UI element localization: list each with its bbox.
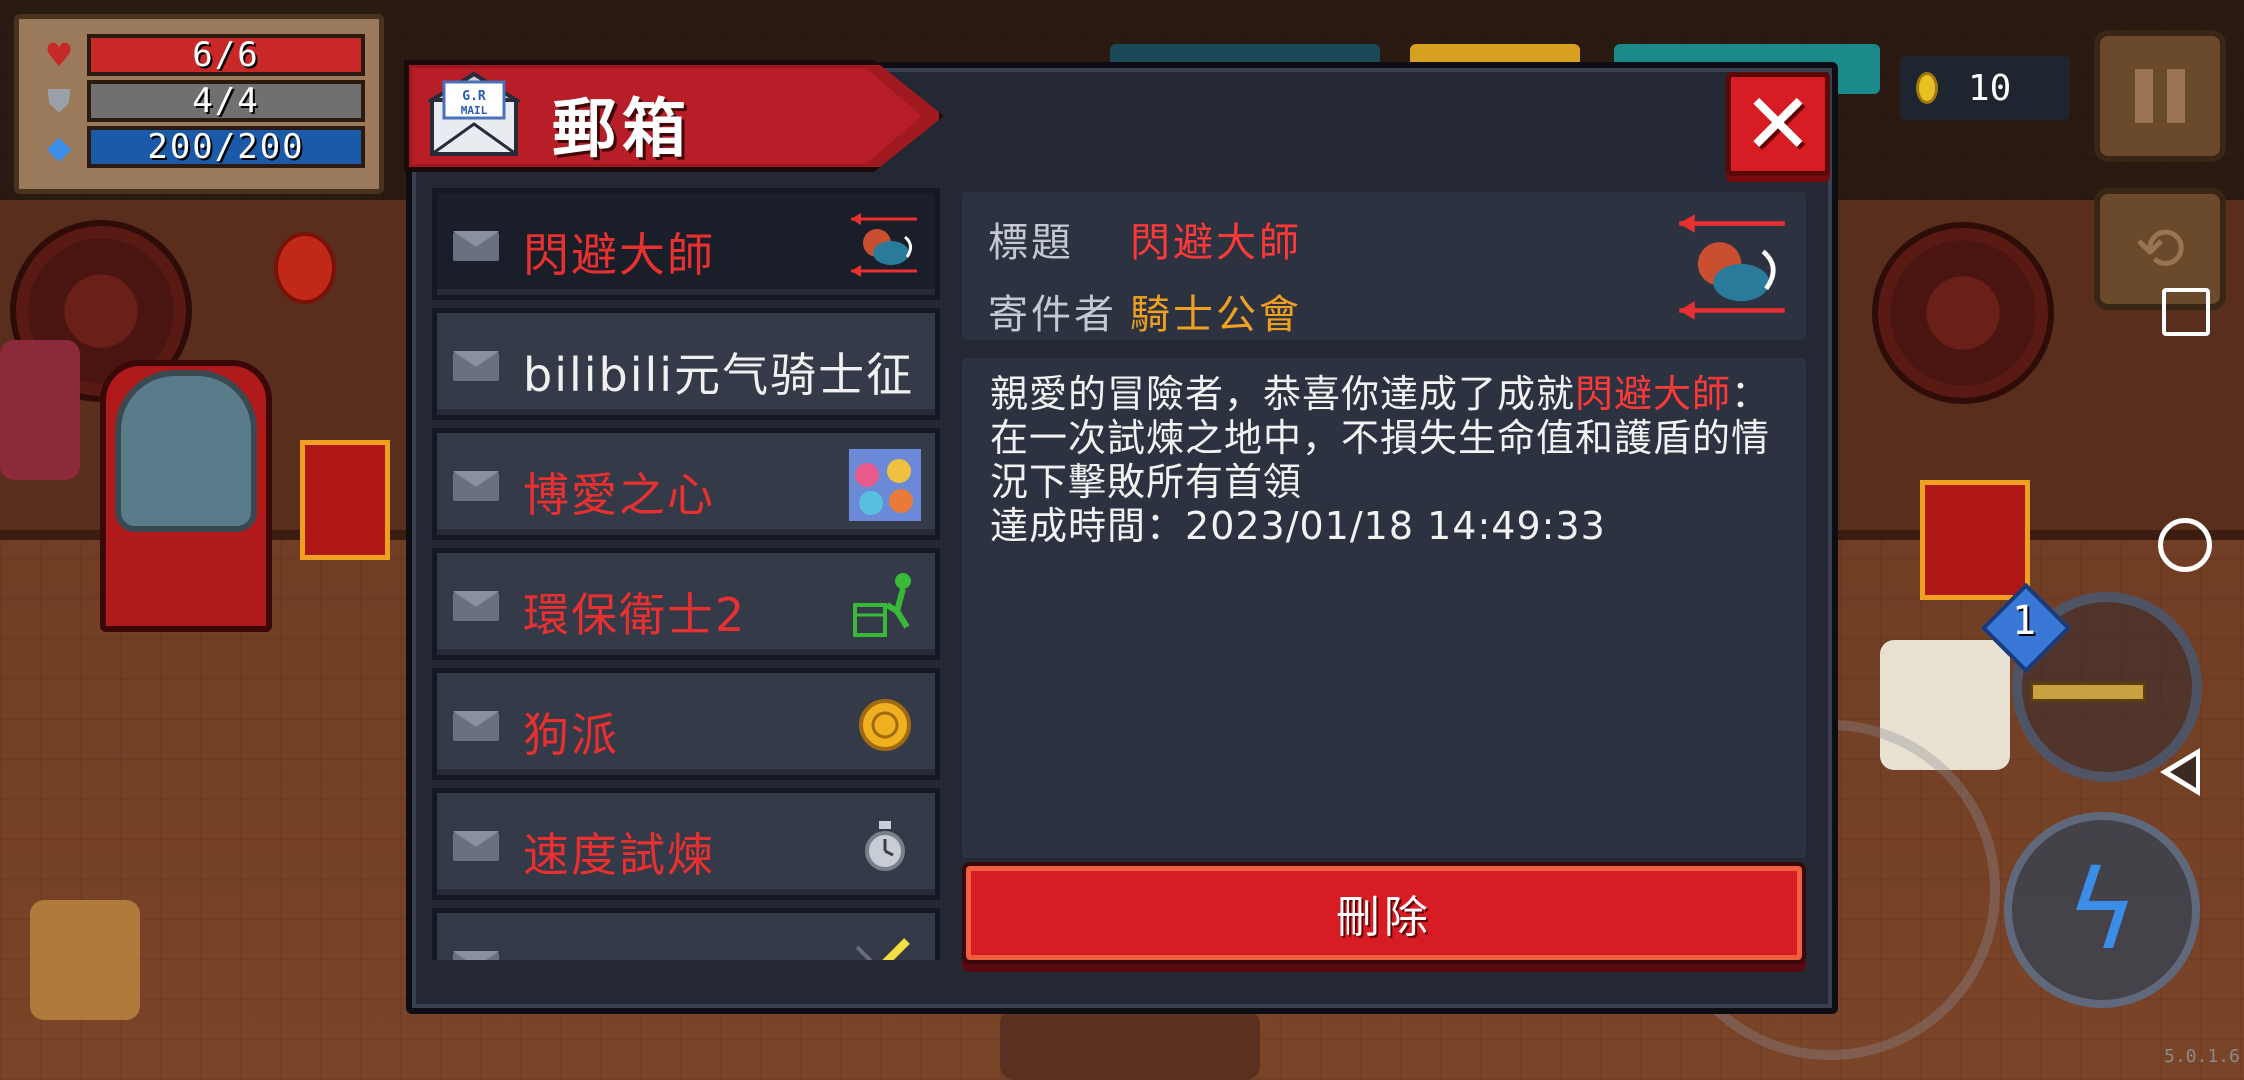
- coin-count: 10: [1968, 67, 2012, 109]
- envelope-icon: [453, 711, 499, 741]
- svg-text:MAIL: MAIL: [461, 104, 488, 117]
- nav-back-inner: [2170, 756, 2196, 788]
- dodge-master-detail-icon: [1679, 214, 1785, 320]
- sender-value: 騎士公會: [1130, 292, 1302, 338]
- shield-icon: ⛊: [46, 81, 71, 120]
- pause-icon: [2135, 69, 2185, 123]
- energy-diamond-icon: ◆: [46, 128, 72, 166]
- player-stats-panel: ♥ 6/6 ⛊ 4/4 ◆ 200/200: [14, 14, 384, 194]
- mail-item-label: 博愛之心: [523, 468, 715, 522]
- title-label: 標題: [988, 220, 1074, 266]
- time-label: 達成時間：: [990, 504, 1186, 548]
- group-portrait-icon: [849, 449, 921, 521]
- gold-coin-icon: [859, 699, 911, 751]
- mail-item-eco-guardian-2[interactable]: 環保衛士2: [432, 548, 940, 660]
- energy-bar: 200/200: [87, 126, 365, 168]
- gacha-dome: [115, 370, 257, 532]
- mail-list[interactable]: 閃避大師 bilibili元气骑士征 博愛之心 環保衛士2 狗派 速度試煉: [432, 188, 942, 960]
- lightning-icon: ϟ: [2065, 846, 2139, 974]
- mail-item-label: 環保衛士2: [523, 588, 747, 642]
- mail-item-label: 狗派: [523, 708, 619, 762]
- nav-recents-button[interactable]: [2162, 288, 2210, 336]
- envelope-icon: [453, 231, 499, 261]
- delete-label: 刪除: [1336, 892, 1432, 943]
- armor-row: ⛊ 4/4: [39, 80, 365, 122]
- mail-item-label: 速度試煉: [523, 828, 715, 882]
- weapon-slot-number: 1: [2011, 598, 2037, 644]
- npc-bear: [30, 900, 140, 1020]
- mail-item-dog-faction[interactable]: 狗派: [432, 668, 940, 780]
- dodge-master-icon: [851, 213, 917, 277]
- red-box-left: [300, 440, 390, 560]
- stopwatch-icon: [865, 821, 905, 871]
- close-button[interactable]: ✕: [1726, 72, 1830, 176]
- mail-item-speed-trial[interactable]: 速度試煉: [432, 788, 940, 900]
- sender-label: 寄件者: [988, 292, 1117, 338]
- hp-row: ♥ 6/6: [39, 34, 365, 76]
- envelope-icon: [453, 951, 499, 960]
- red-lantern: [274, 232, 336, 304]
- wall-medallion-right: [1872, 222, 2054, 404]
- pause-button[interactable]: [2094, 30, 2226, 162]
- mail-item-bilibili[interactable]: bilibili元气骑士征: [432, 308, 940, 420]
- title-value: 閃避大師: [1130, 220, 1302, 266]
- recycle-icon: [853, 573, 911, 637]
- red-box-right: [1920, 480, 2030, 600]
- body-prefix: 親愛的冒險者，恭喜你達成了成就: [990, 372, 1576, 416]
- sword-icon: [2030, 682, 2146, 702]
- mail-item-dodge-master[interactable]: 閃避大師: [432, 188, 940, 300]
- hp-bar: 6/6: [87, 34, 365, 76]
- envelope-icon: [453, 831, 499, 861]
- mail-item-label: 閃避大師: [523, 228, 715, 282]
- version-label: 5.0.1.6: [2164, 1046, 2240, 1067]
- floor-decor: [1000, 1010, 1260, 1080]
- mail-item-label: bilibili元气骑士征: [523, 348, 915, 402]
- armor-bar: 4/4: [87, 80, 365, 122]
- mail-item-partial[interactable]: [432, 908, 940, 960]
- svg-text:G.R: G.R: [462, 89, 486, 104]
- envelope-icon: [453, 591, 499, 621]
- skill-button[interactable]: ϟ: [2004, 812, 2200, 1008]
- swap-icon: ⟲: [2134, 214, 2186, 284]
- close-icon: ✕: [1742, 75, 1814, 173]
- npc-guard: [0, 340, 80, 480]
- nav-home-button[interactable]: [2158, 518, 2212, 572]
- delete-button[interactable]: 刪除: [966, 866, 1802, 960]
- time-value: 2023/01/18 14:49:33: [1185, 504, 1606, 548]
- mailbox-title: 郵箱: [552, 93, 692, 167]
- mail-body-text: 親愛的冒險者，恭喜你達成了成就閃避大師：在一次試煉之地中，不損失生命值和護盾的情…: [990, 372, 1790, 548]
- envelope-icon: [453, 351, 499, 381]
- mail-item-charity-heart[interactable]: 博愛之心: [432, 428, 940, 540]
- coin-counter: 10: [1900, 56, 2070, 120]
- envelope-icon: [453, 471, 499, 501]
- heart-icon: ♥: [44, 36, 74, 74]
- sword-thumb-icon: [855, 938, 910, 960]
- energy-row: ◆ 200/200: [39, 126, 365, 168]
- body-achievement: 閃避大師: [1575, 372, 1732, 416]
- mail-icon: G.R MAIL: [428, 71, 520, 156]
- coin-icon: [1916, 72, 1938, 104]
